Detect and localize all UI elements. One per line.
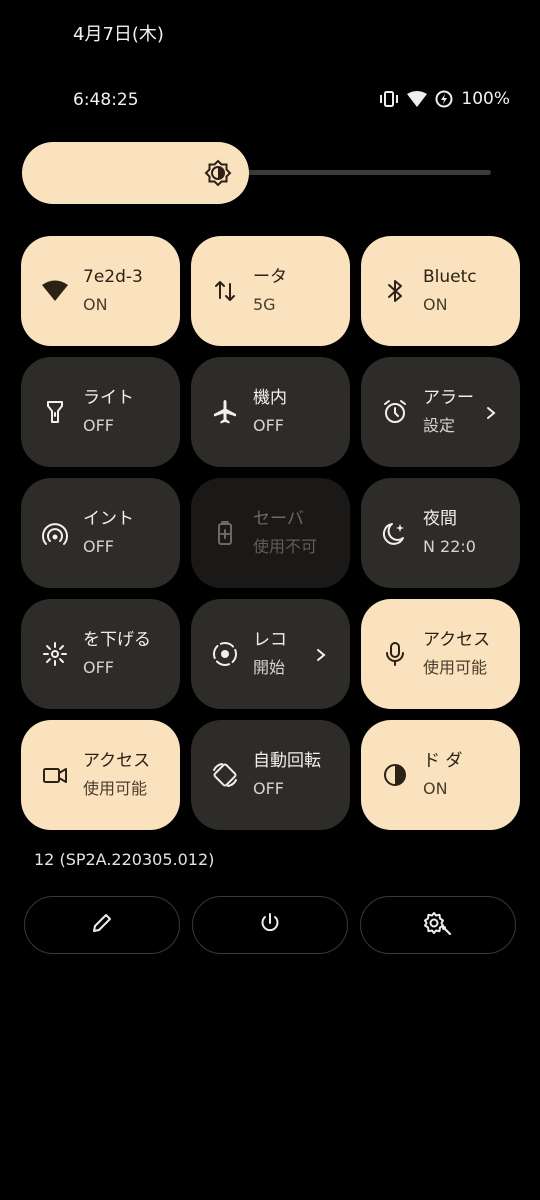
- chevron-right-icon: [314, 647, 328, 661]
- tile-label: 機内: [253, 388, 287, 408]
- tile-label: アクセス: [83, 751, 151, 771]
- tile-label: Bluetc: [423, 267, 477, 287]
- tile-text: セーバ 使用不可: [253, 507, 345, 559]
- qs-tile[interactable]: イント OFF: [21, 478, 180, 588]
- tile-state: 使用不可: [253, 537, 318, 556]
- battery-saver-icon: [435, 90, 453, 108]
- footer-actions: [24, 896, 516, 954]
- tile-label: ータ: [253, 267, 287, 287]
- wifi-icon: [407, 91, 428, 107]
- mobile-data-icon: [211, 277, 239, 305]
- qs-tile[interactable]: 7e2d-3 ON: [21, 236, 180, 346]
- tile-label: 夜間: [423, 509, 457, 529]
- tile-state: N 22:0: [423, 537, 476, 556]
- qs-tile[interactable]: Bluetc ON: [361, 236, 520, 346]
- battery-percent: 100%: [461, 89, 510, 109]
- dark-theme-icon: [381, 761, 409, 789]
- tile-text: Bluetc ON: [423, 265, 515, 317]
- tile-state: 使用可能: [423, 658, 488, 677]
- qs-tile[interactable]: 機内 OFF: [191, 357, 350, 467]
- tile-state: ON: [423, 295, 448, 314]
- tile-text: ライト OFF: [83, 386, 175, 438]
- power-button[interactable]: [192, 896, 348, 954]
- tile-label: ド ダ: [423, 751, 463, 771]
- tile-text: 自動回転 OFF: [253, 749, 345, 801]
- tile-label: アラー: [423, 388, 474, 408]
- qs-tile[interactable]: 自動回転 OFF: [191, 720, 350, 830]
- tile-text: アラー 設定: [423, 386, 515, 438]
- screen-record-icon: [211, 640, 239, 668]
- build-number: 12 (SP2A.220305.012): [34, 850, 215, 869]
- edit-icon: [91, 912, 113, 938]
- quick-settings-grid: 7e2d-3 ON ータ 5G Bluetc ON ライト OFF 機内 OFF アラー設定イント O…: [21, 236, 520, 830]
- tile-text: ド ダ ON: [423, 749, 515, 801]
- tile-text: イント OFF: [83, 507, 175, 559]
- clock: 6:48:25: [73, 90, 139, 110]
- qs-tile[interactable]: ライト OFF: [21, 357, 180, 467]
- tile-label: イント: [83, 509, 134, 529]
- auto-rotate-icon: [211, 761, 239, 789]
- edit-button[interactable]: [24, 896, 180, 954]
- tile-text: 夜間 N 22:0: [423, 507, 515, 559]
- tile-text: レコ 開始: [253, 628, 345, 680]
- tile-text: ータ 5G: [253, 265, 345, 317]
- tile-state: 使用可能: [83, 779, 148, 798]
- tile-text: を下げる OFF: [83, 628, 175, 680]
- qs-tile[interactable]: アクセス 使用可能: [21, 720, 180, 830]
- tile-label: 自動回転: [253, 751, 321, 771]
- settings-icon: [423, 911, 453, 939]
- qs-tile[interactable]: ータ 5G: [191, 236, 350, 346]
- vibrate-icon: [379, 90, 399, 108]
- mic-icon: [381, 640, 409, 668]
- tile-state: ON: [83, 295, 108, 314]
- tile-text: アクセス 使用可能: [423, 628, 515, 680]
- qs-tile[interactable]: ド ダ ON: [361, 720, 520, 830]
- alarm-icon: [381, 398, 409, 426]
- tile-state: 5G: [253, 295, 276, 314]
- tile-label: レコ: [253, 630, 287, 650]
- date: 4月7日(木): [73, 24, 164, 45]
- tile-label: を下げる: [83, 630, 151, 650]
- wifi-icon: [41, 277, 69, 305]
- airplane-icon: [211, 398, 239, 426]
- settings-button[interactable]: [360, 896, 516, 954]
- qs-tile: セーバ 使用不可: [191, 478, 350, 588]
- tile-text: 7e2d-3 ON: [83, 265, 175, 317]
- night-light-icon: [381, 519, 409, 547]
- brightness-icon: [204, 159, 232, 187]
- power-icon: [259, 912, 281, 938]
- tile-state: ON: [423, 779, 448, 798]
- qs-tile[interactable]: アクセス 使用可能: [361, 599, 520, 709]
- battery-saver-tile-icon: [211, 519, 239, 547]
- chevron-right-icon: [484, 405, 498, 419]
- qs-tile[interactable]: アラー 設定: [361, 357, 520, 467]
- tile-state: OFF: [83, 658, 114, 677]
- bluetooth-icon: [381, 277, 409, 305]
- camera-icon: [41, 761, 69, 789]
- tile-text: 機内 OFF: [253, 386, 345, 438]
- tile-state: OFF: [83, 537, 114, 556]
- tile-state: OFF: [253, 779, 284, 798]
- tile-state: OFF: [253, 416, 284, 435]
- extra-dim-icon: [41, 640, 69, 668]
- tile-label: ライト: [83, 388, 134, 408]
- qs-tile[interactable]: を下げる OFF: [21, 599, 180, 709]
- tile-state: 設定: [423, 416, 456, 435]
- status-bar: 100%: [379, 89, 510, 109]
- tile-text: アクセス 使用可能: [83, 749, 175, 801]
- qs-tile[interactable]: レコ 開始: [191, 599, 350, 709]
- hotspot-icon: [41, 519, 69, 547]
- flashlight-icon: [41, 398, 69, 426]
- tile-state: OFF: [83, 416, 114, 435]
- tile-label: 7e2d-3: [83, 267, 143, 287]
- tile-label: セーバ: [253, 509, 304, 529]
- tile-label: アクセス: [423, 630, 491, 650]
- qs-tile[interactable]: 夜間 N 22:0: [361, 478, 520, 588]
- tile-state: 開始: [253, 658, 286, 677]
